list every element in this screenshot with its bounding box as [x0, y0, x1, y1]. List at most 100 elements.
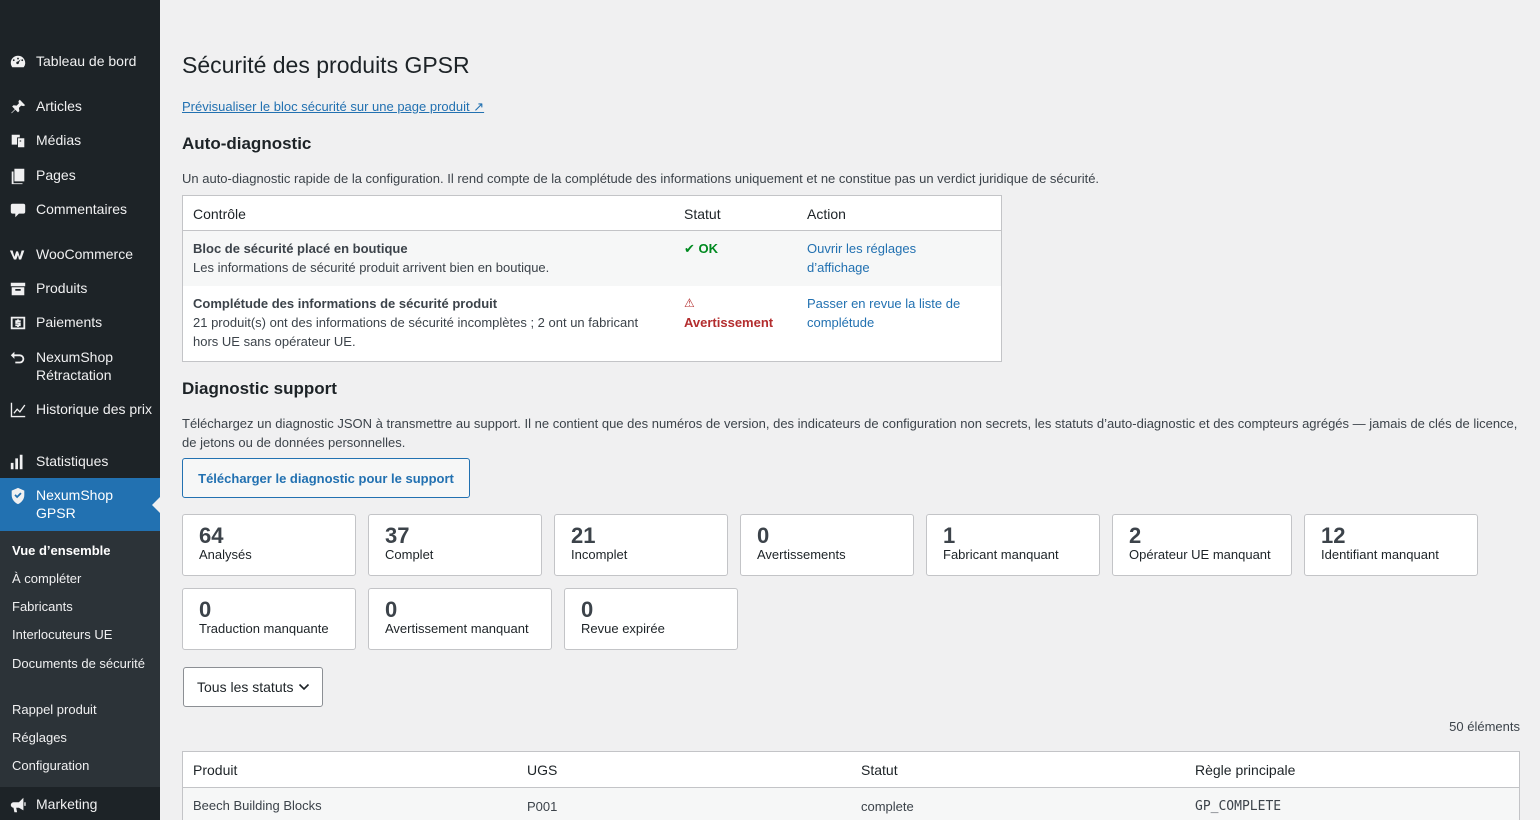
submenu-a-completer[interactable]: À compléter: [12, 570, 152, 588]
undo-icon: [0, 348, 36, 367]
column-header-ugs[interactable]: UGS: [527, 761, 557, 780]
dashboard-icon: [0, 52, 36, 71]
stat-card-avertissement-manquant[interactable]: 0 Avertissement manquant: [368, 588, 552, 650]
chart-line-icon: [0, 400, 36, 419]
stat-label: Identifiant manquant: [1321, 547, 1439, 562]
menu-item-statistiques[interactable]: Statistiques: [0, 452, 160, 471]
column-header-statut: Statut: [684, 206, 721, 222]
menu-label: NexumShop GPSR: [36, 487, 114, 521]
auto-diagnostic-heading: Auto-diagnostic: [182, 134, 312, 153]
menu-item-woocommerce[interactable]: WooCommerce: [0, 245, 160, 264]
archive-icon: [0, 279, 36, 298]
menu-label: Médias: [36, 132, 82, 148]
submenu-documents-securite[interactable]: Documents de sécurité: [12, 655, 152, 673]
stat-label: Avertissements: [757, 547, 846, 562]
support-diagnostic-description: Téléchargez un diagnostic JSON à transme…: [182, 416, 1518, 450]
media-icon: [0, 131, 36, 150]
check-title: Complétude des informations de sécurité …: [193, 296, 498, 311]
menu-item-nexumshop-retractation[interactable]: NexumShop Rétractation: [0, 348, 160, 384]
items-count: 50 éléments: [1449, 719, 1520, 734]
status-filter-select[interactable]: Tous les statuts: [183, 667, 323, 707]
submenu-fabricants[interactable]: Fabricants: [12, 598, 152, 616]
menu-item-articles[interactable]: Articles: [0, 97, 160, 116]
stat-label: Avertissement manquant: [385, 621, 529, 636]
column-header-action: Action: [807, 206, 846, 222]
menu-item-marketing[interactable]: Marketing: [0, 795, 160, 814]
auto-diagnostic-description: Un auto-diagnostic rapide de la configur…: [182, 171, 1100, 186]
stat-card-operateur-ue-manquant[interactable]: 2 Opérateur UE manquant: [1112, 514, 1292, 576]
menu-item-medias[interactable]: Médias: [0, 131, 160, 150]
menu-label: Commentaires: [36, 201, 128, 217]
auto-diagnostic-table: Contrôle Statut Action Bloc de sécurité …: [182, 195, 1002, 362]
stat-card-analyses[interactable]: 64 Analysés: [182, 514, 356, 576]
stat-card-incomplet[interactable]: 21 Incomplet: [554, 514, 728, 576]
menu-label: Statistiques: [36, 453, 109, 469]
woocommerce-icon: [0, 245, 36, 264]
menu-item-nexumshop-gpsr[interactable]: NexumShop GPSR: [0, 478, 160, 531]
warning-icon: ⚠: [684, 296, 695, 310]
submenu-rappel-produit[interactable]: Rappel produit: [12, 701, 152, 719]
stat-card-complet[interactable]: 37 Complet: [368, 514, 542, 576]
stat-card-traduction-manquante[interactable]: 0 Traduction manquante: [182, 588, 356, 650]
stat-card-identifiant-manquant[interactable]: 12 Identifiant manquant: [1304, 514, 1478, 576]
table-row[interactable]: Beech Building Blocks P001 complete GP_C…: [183, 788, 1519, 820]
shield-icon: [0, 486, 36, 505]
menu-label: Tableau de bord: [36, 53, 137, 69]
check-detail: Les informations de sécurité produit arr…: [193, 260, 550, 275]
review-completeness-link[interactable]: Passer en revue la liste de complétude: [807, 294, 987, 332]
stat-label: Opérateur UE manquant: [1129, 547, 1271, 562]
comments-icon: [0, 200, 36, 219]
table-row: Complétude des informations de sécurité …: [183, 286, 1001, 361]
stat-label: Revue expirée: [581, 621, 665, 636]
pin-icon: [0, 97, 36, 116]
menu-label: Pages: [36, 167, 76, 183]
admin-sidebar: Tableau de bord Articles Médias Pages Co…: [0, 0, 160, 820]
stat-label: Incomplet: [571, 547, 628, 562]
page-title: Sécurité des produits GPSR: [182, 52, 470, 78]
submenu-interlocuteurs-ue[interactable]: Interlocuteurs UE: [12, 626, 152, 644]
column-header-produit[interactable]: Produit: [193, 761, 237, 780]
menu-label: Marketing: [36, 796, 98, 812]
menu-item-historique-prix[interactable]: Historique des prix: [0, 400, 160, 419]
stat-label: Fabricant manquant: [943, 547, 1059, 562]
stat-card-avertissements[interactable]: 0 Avertissements: [740, 514, 914, 576]
menu-label: NexumShop Rétractation: [36, 349, 114, 383]
products-table: Produit UGS Statut Règle principale Beec…: [182, 751, 1520, 820]
submenu-vue-ensemble[interactable]: Vue d’ensemble: [12, 542, 152, 560]
megaphone-icon: [0, 795, 36, 814]
table-header: Produit UGS Statut Règle principale: [183, 752, 1519, 788]
menu-label: Produits: [36, 280, 88, 296]
payments-icon: [0, 313, 36, 332]
column-header-statut[interactable]: Statut: [861, 761, 898, 780]
preview-safety-block-link[interactable]: Prévisualiser le bloc sécurité sur une p…: [182, 99, 484, 115]
support-diagnostic-heading: Diagnostic support: [182, 379, 337, 398]
column-header-regle-principale[interactable]: Règle principale: [1195, 761, 1295, 780]
product-rule: GP_COMPLETE: [1195, 799, 1282, 814]
menu-label: WooCommerce: [36, 246, 133, 262]
table-header: Contrôle Statut Action: [183, 196, 1001, 231]
chart-bar-icon: [0, 452, 36, 471]
download-diagnostic-button[interactable]: Télécharger le diagnostic pour le suppor…: [182, 458, 470, 498]
menu-item-paiements[interactable]: Paiements: [0, 313, 160, 332]
menu-item-produits[interactable]: Produits: [0, 279, 160, 298]
pages-icon: [0, 166, 36, 185]
menu-label: Historique des prix: [36, 401, 152, 417]
column-header-controle: Contrôle: [193, 206, 246, 222]
check-mark-icon: ✔: [684, 241, 695, 256]
status-ok: OK: [698, 241, 719, 256]
gpsr-submenu: Vue d’ensemble À compléter Fabricants In…: [0, 531, 160, 787]
submenu-configuration[interactable]: Configuration: [12, 757, 152, 775]
stat-card-revue-expiree[interactable]: 0 Revue expirée: [564, 588, 738, 650]
chevron-down-icon: [298, 683, 310, 691]
submenu-reglages[interactable]: Réglages: [12, 729, 152, 747]
check-title: Bloc de sécurité placé en boutique: [193, 241, 408, 256]
menu-item-pages[interactable]: Pages: [0, 166, 160, 185]
menu-item-dashboard[interactable]: Tableau de bord: [0, 52, 160, 70]
status-filter-value: Tous les statuts: [197, 679, 294, 695]
status-warning: Avertissement: [684, 315, 774, 330]
stat-card-fabricant-manquant[interactable]: 1 Fabricant manquant: [926, 514, 1100, 576]
product-sku: P001: [527, 799, 558, 814]
menu-item-commentaires[interactable]: Commentaires: [0, 200, 160, 219]
product-name[interactable]: Beech Building Blocks: [193, 796, 322, 815]
open-display-settings-link[interactable]: Ouvrir les réglages d’affichage: [807, 239, 957, 277]
